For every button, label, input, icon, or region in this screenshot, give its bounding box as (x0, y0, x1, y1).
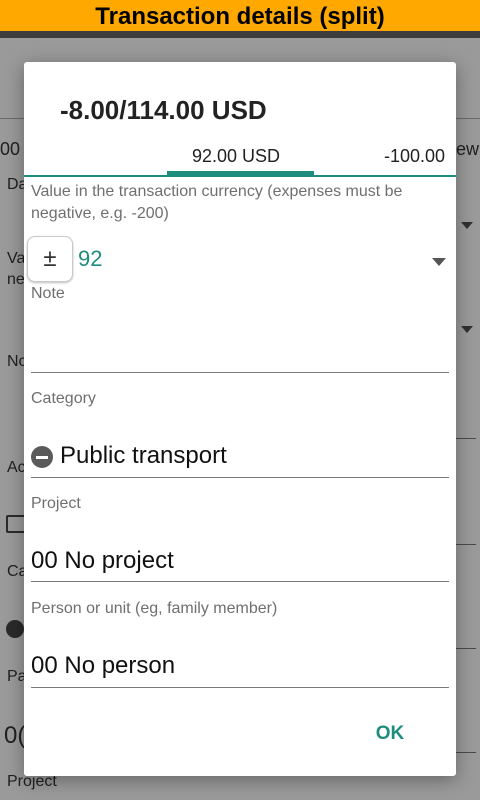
bg-text-6: Ac (7, 459, 26, 476)
bg-text-3: Va (7, 250, 26, 267)
bg-text-right: ew (456, 139, 480, 159)
currency-dropdown-icon[interactable] (432, 258, 446, 266)
project-value[interactable]: 00 No project (31, 547, 174, 575)
tabs-divider (24, 175, 456, 177)
tab-split-1[interactable]: 92.00 USD (192, 146, 280, 167)
value-label: Value in the transaction currency (expen… (31, 183, 403, 222)
note-label: Note (31, 285, 65, 302)
amount-summary: -8.00/114.00 USD (60, 95, 267, 125)
note-underline (31, 372, 449, 373)
split-dialog: -8.00/114.00 USD 92.00 USD -100.00 Value… (24, 62, 456, 776)
bg-line-4 (456, 752, 476, 753)
bg-dropdown-icon-1 (461, 222, 473, 229)
ok-button[interactable]: OK (360, 714, 420, 754)
project-label: Project (31, 495, 81, 512)
bg-text-9: 0( (4, 722, 26, 749)
category-label: Category (31, 390, 96, 407)
category-value[interactable]: Public transport (60, 442, 227, 470)
app-title-bar: Transaction details (split) (0, 0, 480, 31)
person-underline (31, 687, 449, 688)
bg-line-1 (456, 438, 476, 439)
category-underline (31, 477, 449, 478)
bg-dropdown-icon-2 (461, 326, 473, 333)
person-label: Person or unit (eg, family member) (31, 600, 278, 617)
app-title: Transaction details (split) (95, 3, 385, 30)
bg-minus-icon (6, 620, 24, 638)
split-tabs: 92.00 USD -100.00 (24, 140, 456, 180)
bg-text-4: ne (7, 271, 25, 288)
toolbar-strip (0, 31, 480, 38)
amount-input[interactable]: 92 (78, 246, 102, 272)
sign-toggle-button[interactable]: ± (27, 236, 73, 282)
minus-circle-icon[interactable] (31, 446, 53, 468)
bg-line-3 (456, 648, 476, 649)
project-underline (31, 581, 449, 582)
bg-line-2 (456, 544, 476, 545)
tab-split-2[interactable]: -100.00 (384, 146, 445, 167)
person-value[interactable]: 00 No person (31, 652, 175, 680)
